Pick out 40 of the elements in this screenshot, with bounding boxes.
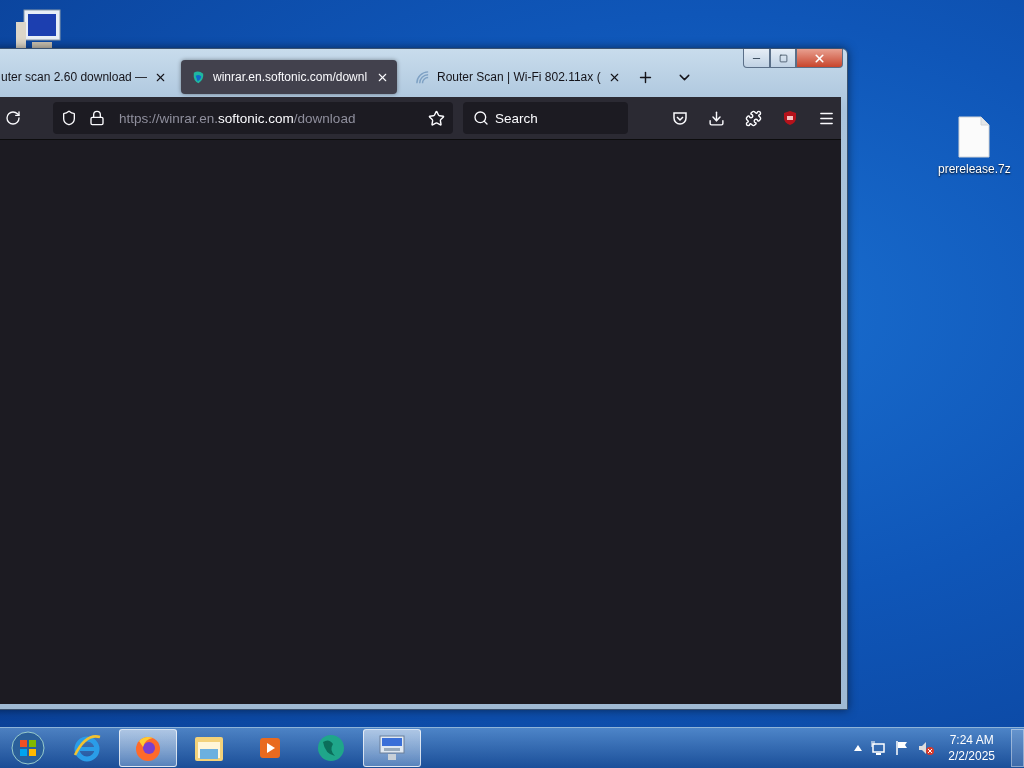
maximize-button[interactable] [770,49,796,68]
download-icon [708,109,725,127]
computer-icon [14,8,64,50]
search-field[interactable]: Search [463,102,628,134]
browser-tab[interactable]: uter scan 2.60 download — [0,60,173,94]
wifi-icon [415,69,430,85]
reload-button[interactable] [5,110,21,126]
file-icon [957,116,992,158]
volume-button[interactable] [918,740,935,756]
extension-button[interactable] [782,110,798,126]
caret-up-icon [854,745,863,751]
pocket-button[interactable] [672,110,688,126]
search-icon [473,110,489,126]
star-icon[interactable] [428,109,445,127]
close-icon [813,51,826,65]
taskbar-button[interactable] [363,729,421,767]
show-hidden-icons-button[interactable] [854,745,863,751]
browser-tab[interactable]: winrar.en.softonic.com/downl [181,60,397,94]
extensions-button[interactable] [745,109,762,127]
show-desktop-button[interactable] [1011,729,1024,767]
address-field[interactable]: https://winrar.en.softonic.com/download [53,102,453,134]
reload-icon [5,110,21,126]
browser-e-icon [72,733,102,763]
globe-icon [315,732,347,764]
pocket-icon [672,110,688,126]
windows-logo-icon [10,730,46,766]
lock-icon [89,110,105,126]
clock[interactable]: 7:24 AM 2/2/2025 [948,732,995,764]
downloads-button[interactable] [708,109,725,127]
file-label: prerelease.7z [938,162,1011,176]
close-button[interactable] [796,49,843,68]
minimize-button[interactable] [743,49,770,68]
shield-icon [61,110,77,126]
network-icon [870,740,887,756]
puzzle-icon [745,109,762,127]
maximize-icon [778,53,788,63]
browser-tab[interactable]: Router Scan | Wi-Fi 802.11ax ( [405,60,615,94]
shield-badge-icon [782,110,798,126]
taskbar-button[interactable] [119,729,177,767]
muted-speaker-icon [918,740,935,756]
